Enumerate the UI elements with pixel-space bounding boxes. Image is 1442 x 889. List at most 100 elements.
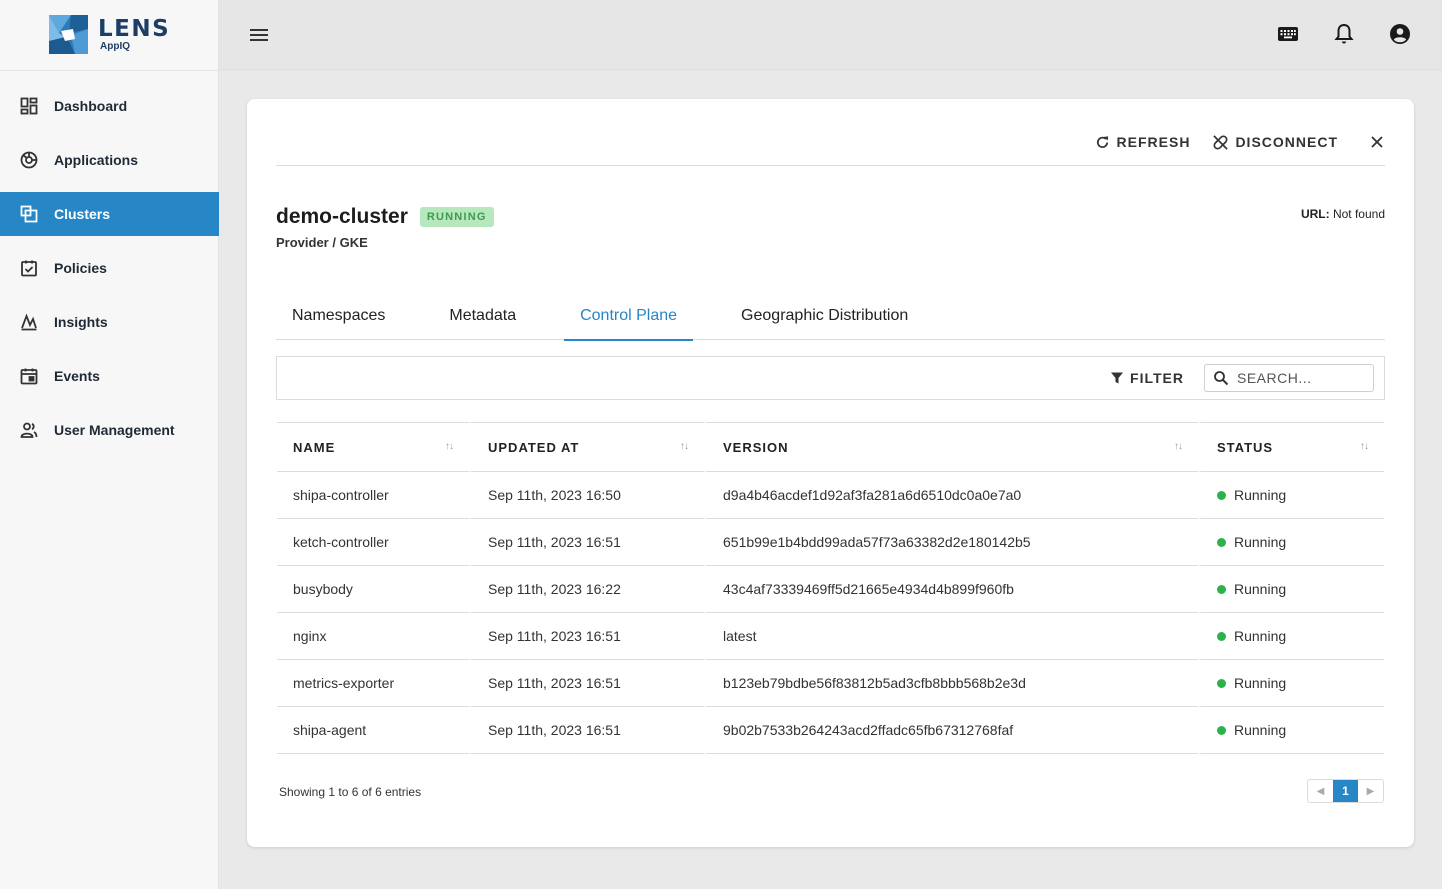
close-icon[interactable] [1368, 133, 1386, 151]
status-text: Running [1234, 628, 1287, 644]
sort-icon[interactable]: ↑↓ [1174, 441, 1183, 452]
sort-icon[interactable]: ↑↓ [1360, 441, 1369, 452]
cell-name: busybody [277, 566, 469, 613]
filter-icon [1111, 372, 1124, 384]
column-header-label: UPDATED AT [488, 439, 580, 455]
sort-icon[interactable]: ↑↓ [680, 441, 689, 452]
column-header-label: NAME [293, 439, 336, 455]
sidebar-item-label: Events [54, 368, 100, 384]
status-badge: RUNNING [419, 207, 494, 227]
sidebar-item-events[interactable]: Events [0, 354, 219, 398]
sidebar-item-label: Applications [54, 152, 139, 168]
events-icon [20, 367, 38, 385]
refresh-button[interactable]: REFRESH [1094, 134, 1191, 151]
table-row[interactable]: nginx Sep 11th, 2023 16:51 latest Runnin… [277, 613, 1384, 660]
sort-icon[interactable]: ↑↓ [445, 441, 454, 452]
sidebar-item-label: Insights [54, 314, 108, 330]
tab-namespaces[interactable]: Namespaces [276, 295, 401, 340]
next-page-icon[interactable]: ▶ [1358, 780, 1383, 802]
cell-version: 43c4af73339469ff5d21665e4934d4b899f960fb [704, 566, 1198, 613]
user-management-icon [20, 421, 38, 439]
filter-label: FILTER [1130, 370, 1184, 386]
keyboard-icon[interactable] [1276, 22, 1300, 46]
search-box [1204, 364, 1374, 392]
table-row[interactable]: ketch-controller Sep 11th, 2023 16:51 65… [277, 519, 1384, 566]
sidebar: LENS AppIQ Dashboard Applications Cluste… [0, 0, 219, 889]
clusters-icon [20, 205, 38, 223]
tab-geographic-distribution[interactable]: Geographic Distribution [725, 295, 924, 340]
status-text: Running [1234, 675, 1287, 691]
topbar [219, 0, 1442, 70]
refresh-icon [1096, 135, 1108, 148]
sidebar-divider [0, 70, 219, 71]
disconnect-button[interactable]: DISCONNECT [1212, 134, 1338, 151]
cell-status: Running [1198, 519, 1384, 566]
cell-status: Running [1198, 566, 1384, 613]
bell-icon[interactable] [1332, 22, 1356, 46]
table-row[interactable]: shipa-controller Sep 11th, 2023 16:50 d9… [277, 472, 1384, 519]
sidebar-item-dashboard[interactable]: Dashboard [0, 84, 219, 128]
cell-name: shipa-agent [277, 707, 469, 754]
dashboard-icon [20, 97, 38, 115]
sidebar-nav: Dashboard Applications Clusters Policies… [0, 84, 219, 462]
cell-updated: Sep 11th, 2023 16:51 [469, 613, 704, 660]
cluster-detail-card: REFRESH DISCONNECT demo-cluster RUNNING … [247, 99, 1414, 847]
cell-version: latest [704, 613, 1198, 660]
column-header-name[interactable]: NAME ↑↓ [277, 422, 469, 472]
status-text: Running [1234, 487, 1287, 503]
column-header-label: VERSION [723, 439, 789, 455]
prev-page-icon[interactable]: ◀ [1308, 780, 1333, 802]
sidebar-item-clusters[interactable]: Clusters [0, 192, 219, 236]
sidebar-item-label: Dashboard [54, 98, 128, 114]
table-header-row: NAME ↑↓ UPDATED AT ↑↓ VERSION ↑↓ STATUS … [277, 422, 1384, 472]
insights-icon [20, 313, 38, 331]
status-text: Running [1234, 534, 1287, 550]
disconnect-label: DISCONNECT [1235, 134, 1338, 150]
sidebar-item-label: Clusters [54, 206, 111, 222]
status-text: Running [1234, 722, 1287, 738]
status-dot-icon [1217, 725, 1226, 735]
cell-updated: Sep 11th, 2023 16:51 [469, 519, 704, 566]
control-plane-table: NAME ↑↓ UPDATED AT ↑↓ VERSION ↑↓ STATUS … [277, 422, 1384, 754]
refresh-label: REFRESH [1116, 134, 1191, 150]
logo-word: LENS [98, 15, 171, 42]
cluster-provider: Provider / GKE [276, 235, 368, 250]
sidebar-item-label: Policies [54, 260, 107, 276]
column-header-updated-at[interactable]: UPDATED AT ↑↓ [469, 422, 704, 472]
cell-status: Running [1198, 660, 1384, 707]
sidebar-item-applications[interactable]: Applications [0, 138, 219, 182]
status-dot-icon [1217, 631, 1226, 641]
applications-icon [20, 151, 38, 169]
sidebar-item-user-management[interactable]: User Management [0, 408, 219, 452]
sidebar-item-insights[interactable]: Insights [0, 300, 219, 344]
cell-name: shipa-controller [277, 472, 469, 519]
column-header-version[interactable]: VERSION ↑↓ [704, 422, 1198, 472]
table-row[interactable]: busybody Sep 11th, 2023 16:22 43c4af7333… [277, 566, 1384, 613]
column-header-status[interactable]: STATUS ↑↓ [1198, 422, 1384, 472]
entries-summary: Showing 1 to 6 of 6 entries [279, 785, 422, 799]
cell-status: Running [1198, 707, 1384, 754]
cell-version: 9b02b7533b264243acd2ffadc65fb67312768faf [704, 707, 1198, 754]
tab-control-plane[interactable]: Control Plane [564, 295, 693, 341]
cell-updated: Sep 11th, 2023 16:50 [469, 472, 704, 519]
disconnect-icon [1213, 134, 1229, 150]
tab-metadata[interactable]: Metadata [433, 295, 532, 340]
search-icon [1214, 371, 1229, 386]
column-header-label: STATUS [1217, 439, 1274, 455]
policies-icon [20, 259, 38, 277]
cell-updated: Sep 11th, 2023 16:51 [469, 707, 704, 754]
table-row[interactable]: metrics-exporter Sep 11th, 2023 16:51 b1… [277, 660, 1384, 707]
cell-status: Running [1198, 472, 1384, 519]
account-icon[interactable] [1388, 22, 1412, 46]
lens-logo-mark-icon [49, 15, 88, 54]
page-number-button[interactable]: 1 [1333, 780, 1358, 802]
card-divider [276, 165, 1385, 166]
menu-icon[interactable] [248, 26, 270, 44]
search-input[interactable] [1237, 370, 1357, 386]
sidebar-item-policies[interactable]: Policies [0, 246, 219, 290]
pagination: ◀ 1 ▶ [1307, 779, 1384, 803]
status-dot-icon [1217, 537, 1226, 547]
table-row[interactable]: shipa-agent Sep 11th, 2023 16:51 9b02b75… [277, 707, 1384, 754]
filter-button[interactable]: FILTER [1110, 370, 1184, 386]
lens-logo[interactable]: LENS AppIQ [49, 15, 170, 54]
